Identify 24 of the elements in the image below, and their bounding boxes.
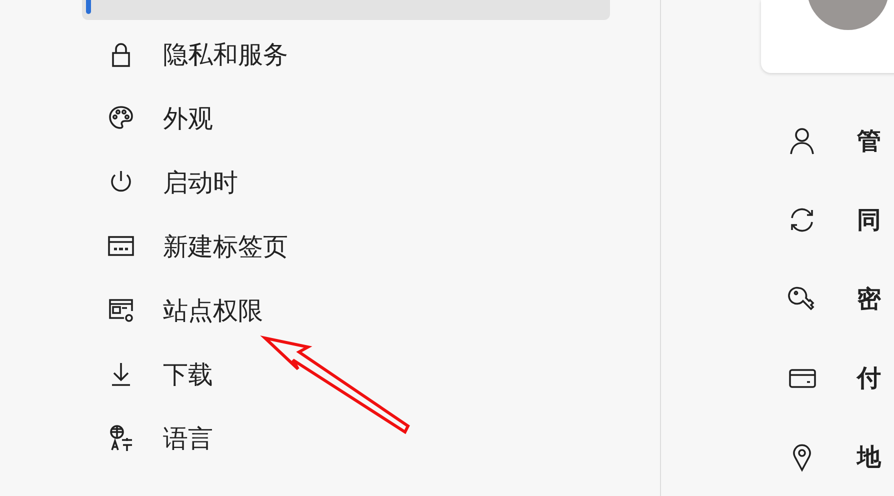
nav-item[interactable]: 下载 [82, 342, 610, 406]
settings-link[interactable]: 密 [857, 282, 881, 314]
nav-label: 外观 [163, 102, 213, 134]
nav-item[interactable]: 外观 [82, 86, 610, 150]
globe-letter-icon [107, 424, 135, 452]
nav-label: 新建标签页 [163, 230, 288, 262]
nav-item[interactable]: 站点权限 [82, 278, 610, 342]
settings-link[interactable]: 地 [857, 440, 881, 472]
person-icon [787, 126, 817, 156]
nav-item[interactable] [82, 0, 610, 20]
nav-label: 下载 [163, 358, 213, 390]
window-gear-icon [107, 296, 135, 324]
nav-item[interactable]: 语言 [82, 406, 610, 470]
nav-item[interactable]: 新建标签页 [82, 214, 610, 278]
palette-icon [107, 104, 135, 132]
nav-item[interactable]: 隐私和服务 [82, 22, 610, 86]
nav-label: 语言 [163, 422, 213, 454]
settings-link[interactable]: 同 [857, 204, 881, 236]
nav-label: 隐私和服务 [163, 38, 288, 70]
nav-label: 站点权限 [163, 294, 263, 326]
settings-link[interactable]: 付 [857, 362, 881, 394]
settings-link[interactable]: 管 [857, 124, 881, 156]
nav-label: 启动时 [163, 166, 238, 198]
nav-item[interactable]: 启动时 [82, 150, 610, 214]
